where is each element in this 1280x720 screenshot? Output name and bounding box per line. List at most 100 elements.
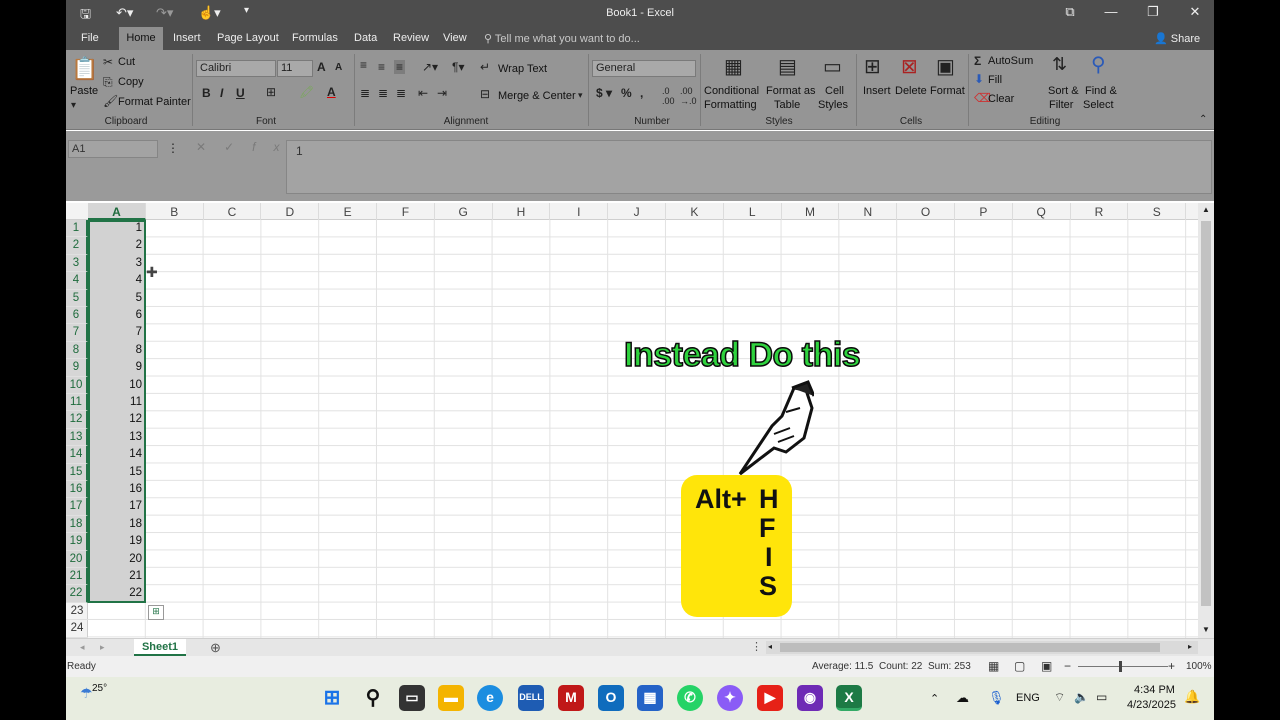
row-header-1[interactable]: 1 xyxy=(66,220,88,238)
cell-a12[interactable]: 12 xyxy=(90,411,144,428)
row-header-2[interactable]: 2 xyxy=(66,237,88,255)
column-header-m[interactable]: M xyxy=(782,203,840,220)
sort-filter-button[interactable]: Sort & xyxy=(1048,85,1079,97)
tab-split-icon[interactable]: ⋮ xyxy=(751,640,762,653)
column-header-j[interactable]: J xyxy=(608,203,666,220)
cell-a6[interactable]: 6 xyxy=(90,307,144,324)
row-header-5[interactable]: 5 xyxy=(66,289,88,307)
shrink-font-icon[interactable]: A xyxy=(335,62,342,73)
clipchamp-icon[interactable]: ◉ xyxy=(797,685,823,711)
zoom-slider-thumb[interactable] xyxy=(1119,661,1122,672)
cell-a21[interactable]: 21 xyxy=(90,568,144,585)
zoom-out-icon[interactable]: − xyxy=(1064,659,1071,673)
cell-a19[interactable]: 19 xyxy=(90,533,144,550)
cell-a14[interactable]: 14 xyxy=(90,446,144,463)
scroll-right-icon[interactable]: ▸ xyxy=(1188,642,1192,651)
currency-icon[interactable]: $ ▾ xyxy=(596,86,612,100)
align-center-icon[interactable]: ≣ xyxy=(378,86,388,100)
copy-button[interactable]: Copy xyxy=(118,76,144,88)
merge-center-button[interactable]: Merge & Center xyxy=(498,90,576,102)
tab-home[interactable]: Home xyxy=(119,27,163,50)
row-header-17[interactable]: 17 xyxy=(66,498,88,516)
column-header-s[interactable]: S xyxy=(1128,203,1187,220)
cell-a9[interactable]: 9 xyxy=(90,359,144,376)
tab-data[interactable]: Data xyxy=(354,32,377,44)
cell-a8[interactable]: 8 xyxy=(90,342,144,359)
align-right-icon[interactable]: ≣ xyxy=(396,86,406,100)
column-header-r[interactable]: R xyxy=(1071,203,1129,220)
row-header-4[interactable]: 4 xyxy=(66,272,88,290)
share-button[interactable]: 👤 Share xyxy=(1154,32,1200,45)
scroll-down-icon[interactable]: ▼ xyxy=(1202,625,1210,634)
row-header-15[interactable]: 15 xyxy=(66,463,88,481)
zoom-level[interactable]: 100% xyxy=(1186,661,1212,672)
column-header-a[interactable]: A xyxy=(88,203,146,220)
row-header-24[interactable]: 24 xyxy=(66,620,88,638)
task-view-icon[interactable]: ▭ xyxy=(399,685,425,711)
cut-button[interactable]: Cut xyxy=(118,56,135,68)
formula-input[interactable]: 1 xyxy=(286,140,1212,194)
format-cells-button[interactable]: Format xyxy=(930,85,965,97)
mcafee-icon[interactable]: M xyxy=(558,685,584,711)
whatsapp-icon[interactable]: ✆ xyxy=(677,685,703,711)
search-icon[interactable]: ⚲ xyxy=(360,685,386,711)
youtube-icon[interactable]: ▶ xyxy=(757,685,783,711)
align-bottom-icon[interactable]: ≡ xyxy=(394,60,406,74)
align-top-icon[interactable]: ≡ xyxy=(360,58,367,72)
column-header-g[interactable]: G xyxy=(435,203,493,220)
vertical-scroll-thumb[interactable] xyxy=(1201,221,1211,606)
copilot-icon[interactable]: ✦ xyxy=(717,685,743,711)
number-format-select[interactable]: General xyxy=(592,60,696,77)
clock-date[interactable]: 4/23/2025 xyxy=(1127,699,1176,711)
column-header-l[interactable]: L xyxy=(724,203,782,220)
row-header-16[interactable]: 16 xyxy=(66,481,88,499)
zoom-in-icon[interactable]: + xyxy=(1168,659,1175,673)
format-painter-button[interactable]: Format Painter xyxy=(118,96,191,108)
row-header-23[interactable]: 23 xyxy=(66,603,88,621)
column-header-i[interactable]: I xyxy=(550,203,609,220)
start-icon[interactable]: ⊞ xyxy=(319,685,345,711)
column-header-o[interactable]: O xyxy=(897,203,955,220)
paste-icon[interactable]: 📋 xyxy=(71,56,98,82)
normal-view-icon[interactable]: ▦ xyxy=(988,659,999,673)
cell-a13[interactable]: 13 xyxy=(90,429,144,446)
paste-dropdown-icon[interactable]: ▾ xyxy=(71,100,76,111)
fill-color-icon[interactable]: 🖍 xyxy=(299,85,314,99)
scroll-up-icon[interactable]: ▲ xyxy=(1202,205,1210,214)
horizontal-scroll-thumb[interactable] xyxy=(780,643,1160,652)
row-header-11[interactable]: 11 xyxy=(66,394,88,412)
fill-button[interactable]: Fill xyxy=(988,74,1002,86)
row-header-19[interactable]: 19 xyxy=(66,533,88,551)
tab-file[interactable]: File xyxy=(81,32,99,44)
borders-icon[interactable]: ⊞ xyxy=(266,85,276,99)
merge-dropdown-icon[interactable]: ▾ xyxy=(578,90,583,101)
row-header-14[interactable]: 14 xyxy=(66,446,88,464)
autosum-button[interactable]: AutoSum xyxy=(988,55,1033,67)
row-header-13[interactable]: 13 xyxy=(66,428,88,447)
font-color-icon[interactable]: A xyxy=(327,85,336,99)
more-icon[interactable]: ⋮ xyxy=(167,141,179,155)
collapse-ribbon-icon[interactable]: ⌃ xyxy=(1199,114,1207,125)
page-layout-view-icon[interactable]: ▢ xyxy=(1014,659,1025,673)
orientation-icon[interactable]: ↗▾ xyxy=(422,60,438,74)
volume-icon[interactable]: 🔈 xyxy=(1074,690,1089,704)
row-header-10[interactable]: 10 xyxy=(66,376,88,394)
clock-time[interactable]: 4:34 PM xyxy=(1134,684,1175,696)
cell-a22[interactable]: 22 xyxy=(90,585,144,602)
quick-analysis-icon[interactable]: ⊞ xyxy=(148,605,164,620)
row-header-18[interactable]: 18 xyxy=(66,515,88,534)
tell-me-search[interactable]: ⚲ Tell me what you want to do... xyxy=(484,32,640,45)
comma-style-icon[interactable]: , xyxy=(640,86,643,100)
zoom-slider[interactable] xyxy=(1078,666,1168,667)
paste-button[interactable]: Paste xyxy=(70,85,98,97)
cell-a7[interactable]: 7 xyxy=(90,324,144,341)
show-hidden-icons-icon[interactable]: ⌃ xyxy=(930,692,939,705)
cell-a5[interactable]: 5 xyxy=(90,290,144,307)
column-header-f[interactable]: F xyxy=(377,203,435,220)
new-sheet-icon[interactable]: ⊕ xyxy=(210,640,221,656)
minimize-button[interactable]: — xyxy=(1096,4,1126,19)
file-explorer-icon[interactable]: ▬ xyxy=(438,685,464,711)
align-middle-icon[interactable]: ≡ xyxy=(378,60,385,74)
notification-icon[interactable]: 🔔 xyxy=(1184,689,1200,705)
cell-a15[interactable]: 15 xyxy=(90,464,144,481)
